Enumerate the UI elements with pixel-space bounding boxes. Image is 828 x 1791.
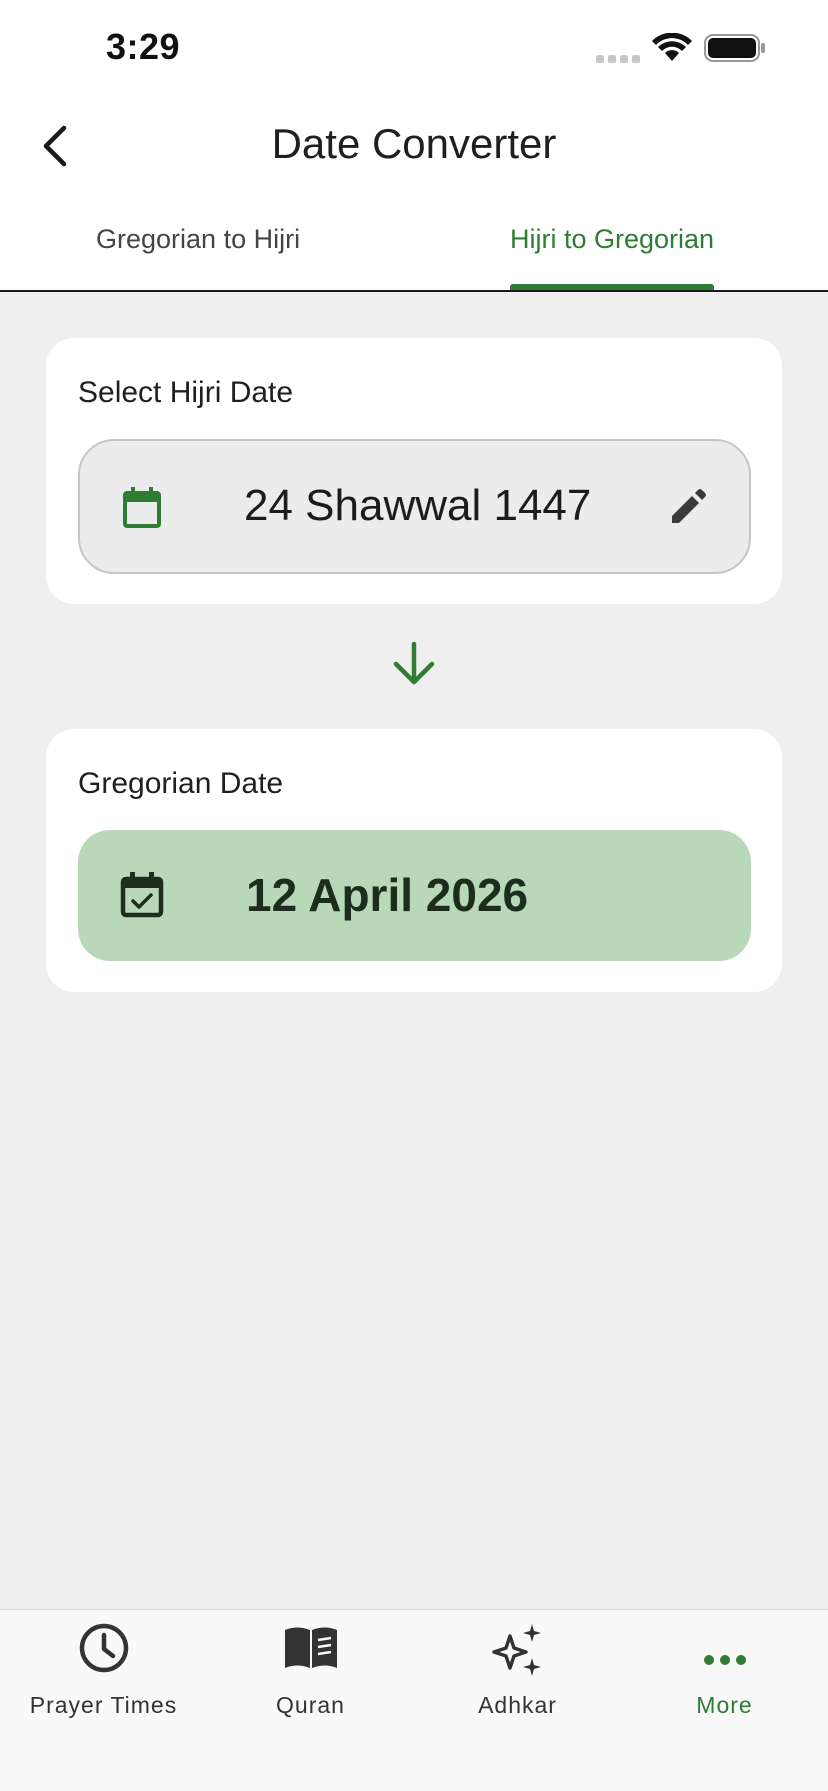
book-icon [284,1627,337,1668]
tab-bar: Gregorian to Hijri Hijri to Gregorian [0,220,828,290]
status-time: 3:29 [106,26,181,67]
page-title: Date Converter [271,120,557,167]
sparkles-icon [491,1624,541,1676]
battery-icon [704,34,765,62]
app-header: Date Converter Gregorian to Hijri Hijri … [0,96,828,292]
hijri-date-value: 24 Shawwal 1447 [244,481,592,530]
hijri-date-card: Select Hijri Date 24 Shawwal 1447 [46,338,782,604]
tab-label: Gregorian to Hijri [96,224,301,254]
nav-item-prayer-times[interactable]: Prayer Times [0,1610,207,1760]
nav-item-adhkar[interactable]: Adhkar [414,1610,621,1760]
active-tab-indicator [510,284,715,290]
more-dots-icon [703,1655,746,1665]
gregorian-date-label: Gregorian Date [78,767,284,800]
tab-gregorian-to-hijri[interactable]: Gregorian to Hijri [96,220,300,290]
wifi-icon [652,33,692,61]
gregorian-result-field: 12 April 2026 [78,830,751,961]
status-bar: 3:29 [0,0,828,96]
nav-label: Prayer Times [29,1692,178,1718]
calendar-check-icon [120,872,164,918]
bottom-navigation: Prayer Times Quran Adhkar More [0,1609,828,1791]
arrow-down-icon [393,641,435,685]
tab-label: Hijri to Gregorian [510,224,715,254]
nav-label: Adhkar [478,1692,557,1718]
hijri-date-picker-field[interactable]: 24 Shawwal 1447 [78,439,751,574]
edit-pencil-icon[interactable] [670,487,708,525]
nav-label: Quran [276,1692,345,1718]
nav-item-quran[interactable]: Quran [207,1610,414,1760]
tab-hijri-to-gregorian[interactable]: Hijri to Gregorian [510,220,715,290]
app-screen: 3:29 Date Converter Gregorian to Hijri H… [0,0,828,1791]
clock-icon [79,1623,128,1673]
gregorian-date-card: Gregorian Date 12 April 2026 [46,729,782,992]
gregorian-date-value: 12 April 2026 [246,869,529,921]
nav-label: More [696,1692,753,1718]
cellular-signal-icon [596,55,640,63]
calendar-icon [123,487,161,528]
nav-item-more[interactable]: More [621,1610,828,1760]
hijri-date-label: Select Hijri Date [78,376,294,409]
